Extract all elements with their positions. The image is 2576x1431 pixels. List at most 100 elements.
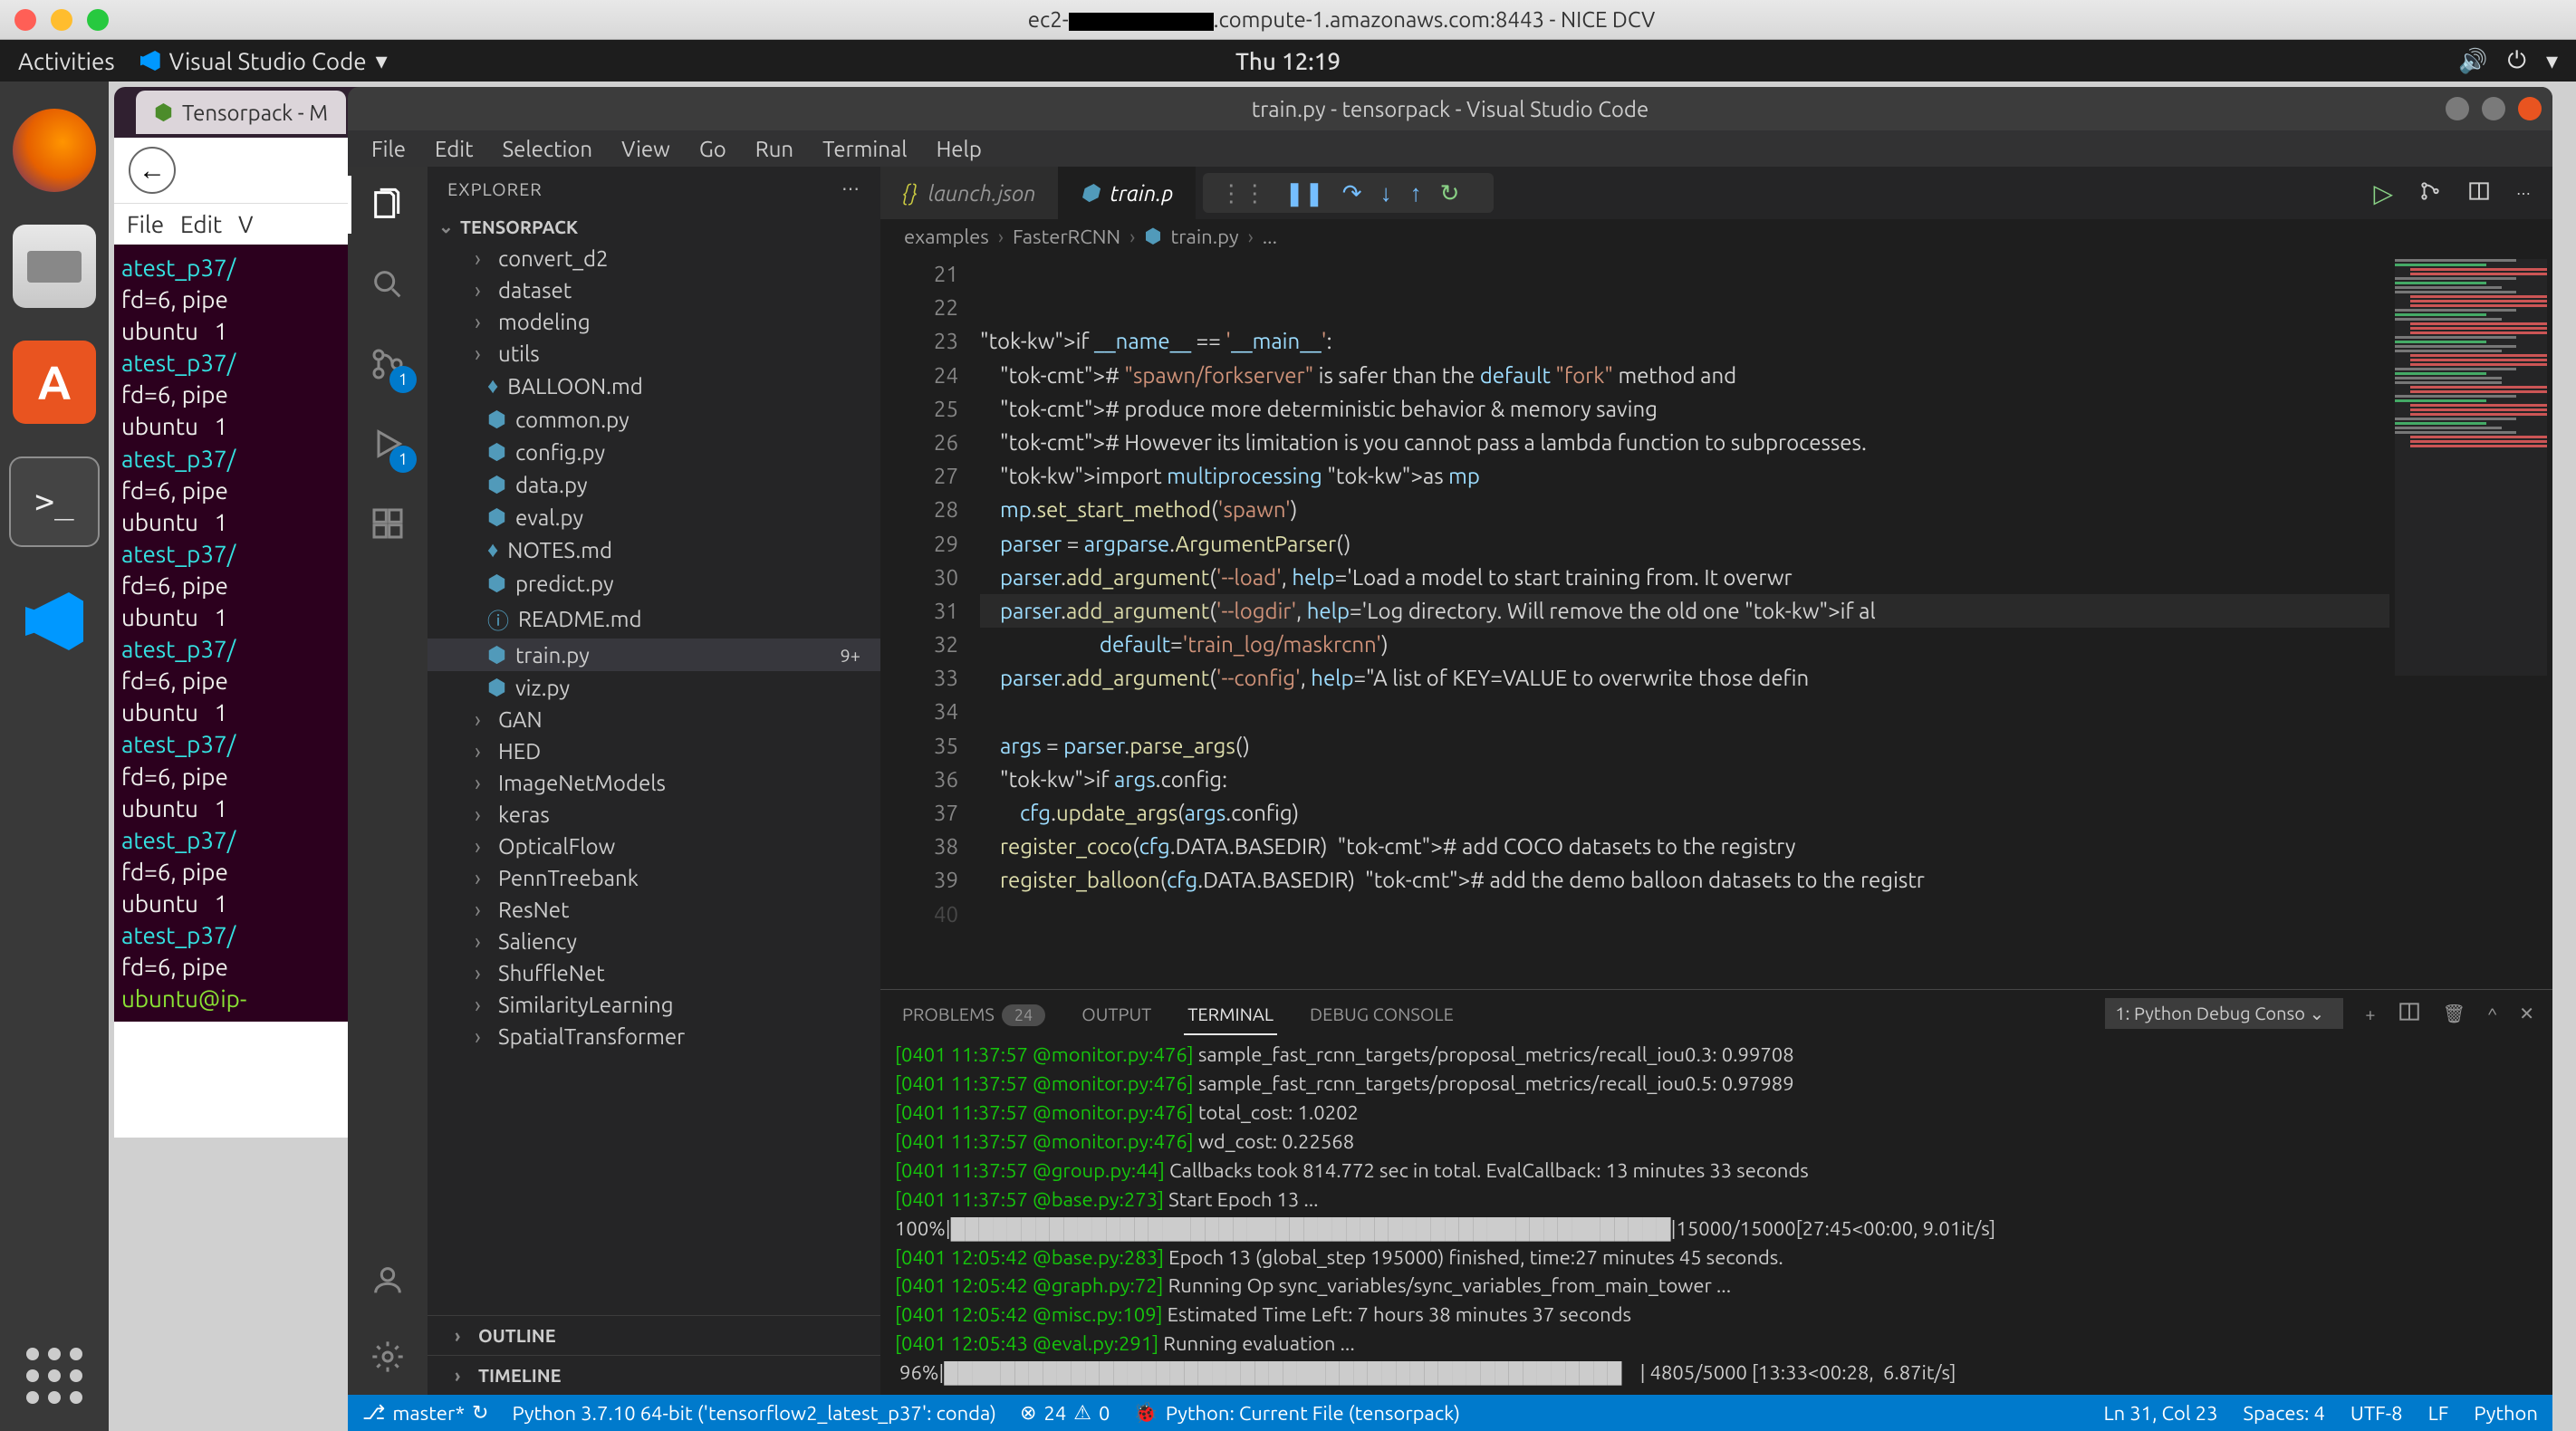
file-notes-md[interactable]: ♦NOTES.md	[428, 533, 880, 567]
status-encoding[interactable]: UTF-8	[2350, 1402, 2403, 1425]
menu-edit[interactable]: Edit	[422, 133, 486, 165]
folder-convert_d2[interactable]: ›convert_d2	[428, 243, 880, 274]
file-balloon-md[interactable]: ♦BALLOON.md	[428, 370, 880, 403]
folder-keras[interactable]: ›keras	[428, 799, 880, 831]
terminal-kill-icon[interactable]: 🗑	[2443, 1003, 2465, 1024]
folder-dataset[interactable]: ›dataset	[428, 274, 880, 306]
status-spaces[interactable]: Spaces: 4	[2244, 1402, 2325, 1425]
outline-section[interactable]: ›OUTLINE	[428, 1315, 880, 1355]
folder-spatialtransformer[interactable]: ›SpatialTransformer	[428, 1021, 880, 1052]
more-actions-icon[interactable]: ⋯	[2516, 185, 2531, 202]
file-common-py[interactable]: ⬢common.py	[428, 403, 880, 436]
folder-similaritylearning[interactable]: ›SimilarityLearning	[428, 989, 880, 1021]
menu-help[interactable]: Help	[924, 133, 995, 165]
minimap[interactable]	[2389, 254, 2552, 989]
breadcrumb-item[interactable]: FasterRCNN	[1013, 226, 1120, 248]
breadcrumb-item[interactable]: train.py	[1171, 226, 1239, 248]
window-close[interactable]	[2518, 97, 2542, 120]
breadcrumb-item[interactable]: examples	[904, 226, 989, 248]
debug-step-out[interactable]: ↑	[1410, 179, 1422, 207]
split-right-icon[interactable]	[2467, 179, 2491, 206]
activity-settings[interactable]	[364, 1333, 411, 1380]
breadcrumb-item[interactable]: ...	[1263, 226, 1277, 248]
terminal-output[interactable]: [0401 11:37:57 @monitor.py:476] sample_f…	[880, 1037, 2552, 1395]
folder-gan[interactable]: ›GAN	[428, 704, 880, 735]
folder-penntreebank[interactable]: ›PennTreebank	[428, 862, 880, 894]
window-minimize[interactable]	[2446, 97, 2469, 120]
folder-modeling[interactable]: ›modeling	[428, 306, 880, 338]
dock-vscode[interactable]	[13, 580, 96, 663]
power-icon[interactable]: ⏻	[2507, 46, 2526, 75]
activity-account[interactable]	[364, 1257, 411, 1304]
panel-tab-debug[interactable]: DEBUG CONSOLE	[1306, 996, 1457, 1032]
panel-tab-output[interactable]: OUTPUT	[1078, 996, 1155, 1032]
panel-tab-terminal[interactable]: TERMINAL	[1184, 996, 1277, 1032]
editor-tab-trainpy[interactable]: ⬢train.p	[1059, 167, 1197, 219]
file-data-py[interactable]: ⬢data.py	[428, 468, 880, 501]
window-maximize[interactable]	[2482, 97, 2505, 120]
dock-files[interactable]	[13, 225, 96, 308]
terminal-split-icon[interactable]	[2398, 1000, 2421, 1027]
activity-debug[interactable]: 1	[364, 420, 411, 467]
status-branch[interactable]: ⎇ master* ↻	[362, 1401, 488, 1425]
breadcrumb[interactable]: examples›FasterRCNN›⬢ train.py›...	[880, 219, 2552, 254]
debug-drag-handle[interactable]: ⋮⋮	[1219, 179, 1266, 207]
panel-tab-problems[interactable]: PROBLEMS24	[899, 996, 1049, 1032]
timeline-section[interactable]: ›TIMELINE	[428, 1355, 880, 1395]
file-config-py[interactable]: ⬢config.py	[428, 436, 880, 468]
menu-go[interactable]: Go	[687, 133, 739, 165]
debug-step-into[interactable]: ↓	[1380, 179, 1392, 207]
menu-file[interactable]: File	[359, 133, 418, 165]
debug-restart[interactable]: ↻	[1440, 179, 1460, 207]
panel-maximize-icon[interactable]: ^	[2487, 1004, 2497, 1024]
volume-icon[interactable]: 🔊	[2458, 47, 2487, 75]
menu-terminal[interactable]: Terminal	[810, 133, 919, 165]
browser-back[interactable]: ←	[129, 147, 176, 194]
sidebar-section[interactable]: ⌄ TENSORPACK	[428, 210, 880, 243]
activities-button[interactable]: Activities	[18, 48, 115, 74]
status-language[interactable]: Python	[2474, 1402, 2538, 1425]
editor-tab-launchjson[interactable]: {}launch.json	[880, 167, 1059, 219]
status-position[interactable]: Ln 31, Col 23	[2103, 1402, 2217, 1425]
file-readme-md[interactable]: ⓘREADME.md	[428, 600, 880, 639]
file-tree[interactable]: ›convert_d2›dataset›modeling›utils♦BALLO…	[428, 243, 880, 1315]
folder-saliency[interactable]: ›Saliency	[428, 926, 880, 957]
activity-scm[interactable]: 1	[364, 341, 411, 388]
dock-software[interactable]	[13, 341, 96, 424]
dock-show-apps[interactable]	[26, 1348, 82, 1404]
panel-close-icon[interactable]: ✕	[2519, 1003, 2534, 1024]
dock-firefox[interactable]	[13, 109, 96, 192]
activity-explorer[interactable]	[364, 181, 411, 228]
folder-imagenetmodels[interactable]: ›ImageNetModels	[428, 767, 880, 799]
file-eval-py[interactable]: ⬢eval.py	[428, 501, 880, 533]
debug-step-over[interactable]: ↷	[1342, 179, 1362, 207]
clock[interactable]: Thu 12:19	[1235, 48, 1341, 74]
code-editor[interactable]: "tok-kw">if __name__ == '__main__': "tok…	[980, 254, 2389, 989]
terminal-selector[interactable]: 1: Python Debug Conso ⌄	[2105, 998, 2343, 1029]
debug-pause[interactable]: ❚❚	[1284, 179, 1324, 207]
activity-search[interactable]	[364, 261, 411, 308]
menu-view[interactable]: View	[609, 133, 683, 165]
activity-extensions[interactable]	[364, 500, 411, 547]
menu-selection[interactable]: Selection	[490, 133, 606, 165]
terminal-new-icon[interactable]: +	[2365, 1004, 2375, 1024]
folder-hed[interactable]: ›HED	[428, 735, 880, 767]
run-button[interactable]: ▷	[2373, 178, 2393, 208]
dock-terminal[interactable]	[9, 456, 100, 547]
dropdown-icon[interactable]: ▾	[2546, 47, 2558, 75]
macos-zoom[interactable]	[87, 9, 109, 31]
folder-utils[interactable]: ›utils	[428, 338, 880, 370]
file-predict-py[interactable]: ⬢predict.py	[428, 567, 880, 600]
status-problems[interactable]: 24 0	[1020, 1401, 1110, 1425]
file-train-py[interactable]: ⬢train.py9+	[428, 639, 880, 671]
file-viz-py[interactable]: ⬢viz.py	[428, 671, 880, 704]
browser-tab[interactable]: ⬢Tensorpack - M	[136, 91, 346, 134]
macos-minimize[interactable]	[51, 9, 72, 31]
folder-shufflenet[interactable]: ›ShuffleNet	[428, 957, 880, 989]
status-python[interactable]: Python 3.7.10 64-bit ('tensorflow2_lates…	[512, 1402, 996, 1425]
app-indicator[interactable]: Visual Studio Code ▾	[140, 47, 388, 75]
status-eol[interactable]: LF	[2428, 1402, 2449, 1425]
folder-resnet[interactable]: ›ResNet	[428, 894, 880, 926]
split-editor-icon[interactable]	[2418, 179, 2442, 206]
macos-close[interactable]	[14, 9, 36, 31]
